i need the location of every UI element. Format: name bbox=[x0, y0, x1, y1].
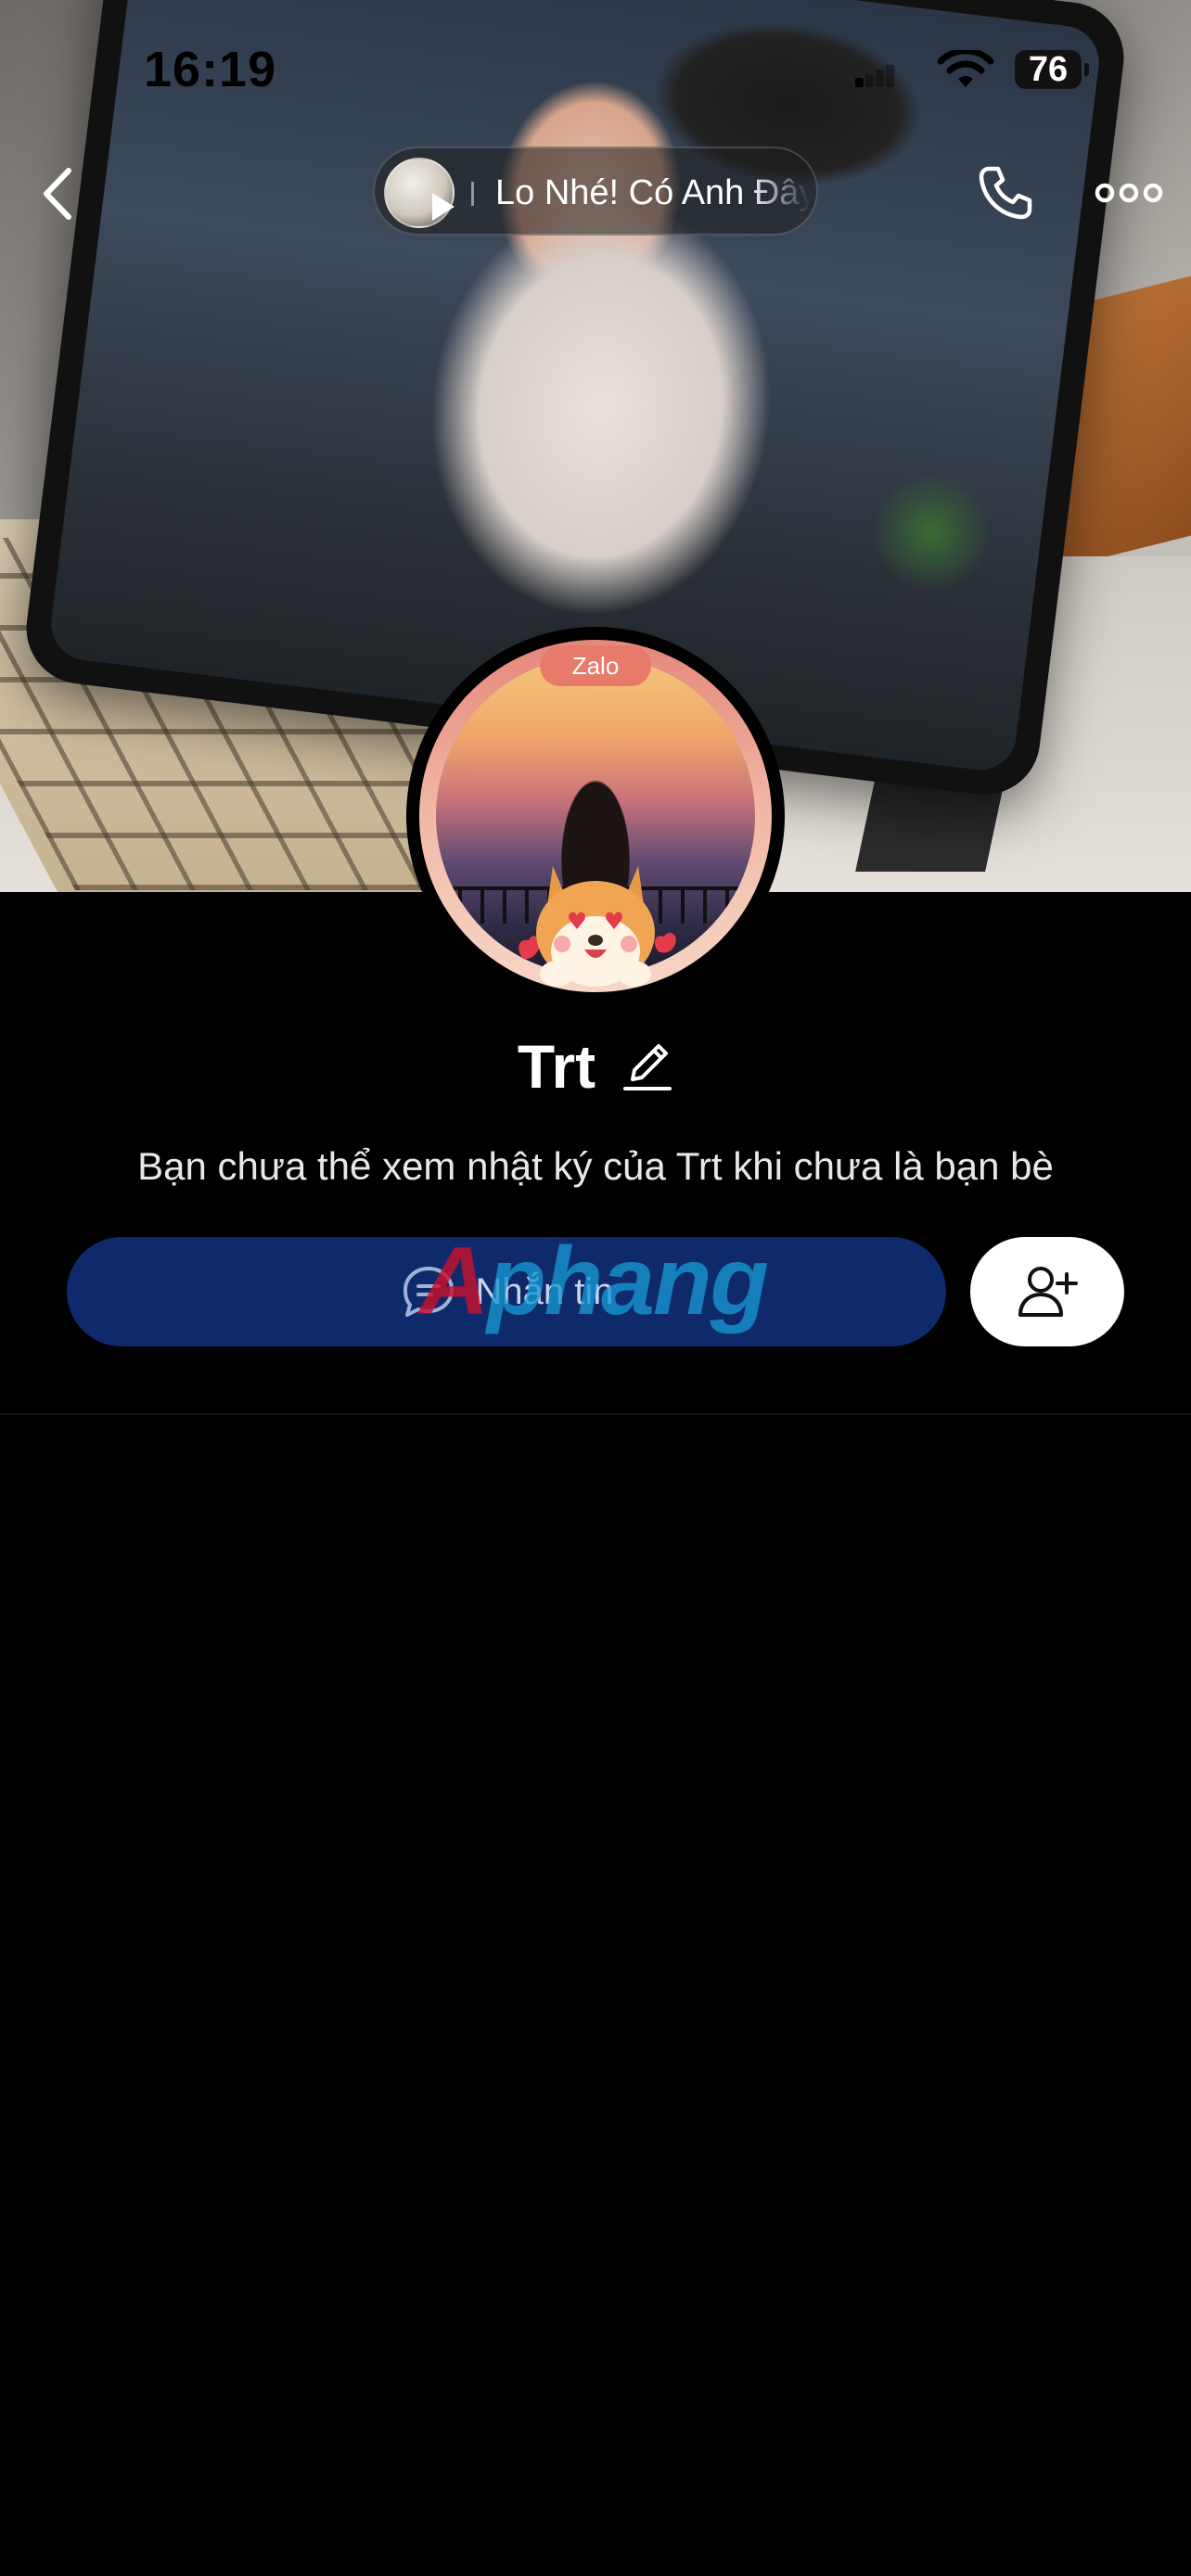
status-bar: 16:19 76 bbox=[0, 0, 1191, 139]
section-divider bbox=[0, 1413, 1191, 1415]
chevron-left-icon[interactable] bbox=[35, 165, 82, 223]
profile-name-row: Trt bbox=[0, 1027, 1191, 1105]
add-friend-button[interactable] bbox=[970, 1237, 1124, 1346]
profile-name: Trt bbox=[517, 1032, 596, 1101]
music-title: Lo Nhé! Có Anh Đây bbox=[495, 173, 811, 212]
battery-indicator: 76 bbox=[1015, 50, 1089, 89]
play-icon[interactable] bbox=[432, 193, 455, 221]
zalo-tag: Zalo bbox=[540, 645, 651, 686]
profile-screen: 16:19 76 Lo Nhé! Có Anh Đây Zalo Trt Bạn… bbox=[0, 0, 1191, 2576]
status-time: 16:19 bbox=[144, 42, 277, 97]
chat-bubble-icon bbox=[403, 1267, 454, 1317]
phone-icon[interactable] bbox=[976, 163, 1035, 223]
pencil-edit-icon[interactable] bbox=[621, 1039, 673, 1094]
shiba-sticker-icon bbox=[519, 866, 676, 987]
diary-privacy-notice: Bạn chưa thể xem nhật ký của Trt khi chư… bbox=[137, 1144, 1054, 1188]
wifi-icon bbox=[937, 50, 994, 87]
more-dots-icon[interactable] bbox=[1095, 176, 1163, 210]
music-separator bbox=[471, 182, 474, 206]
message-button-label: Nhắn tin bbox=[475, 1270, 614, 1312]
avatar[interactable]: Zalo bbox=[406, 627, 785, 1005]
add-user-icon bbox=[1018, 1267, 1078, 1317]
cellular-signal-icon bbox=[855, 65, 894, 87]
profile-music-player[interactable]: Lo Nhé! Có Anh Đây bbox=[373, 147, 818, 236]
message-button[interactable]: Nhắn tin bbox=[67, 1237, 946, 1346]
